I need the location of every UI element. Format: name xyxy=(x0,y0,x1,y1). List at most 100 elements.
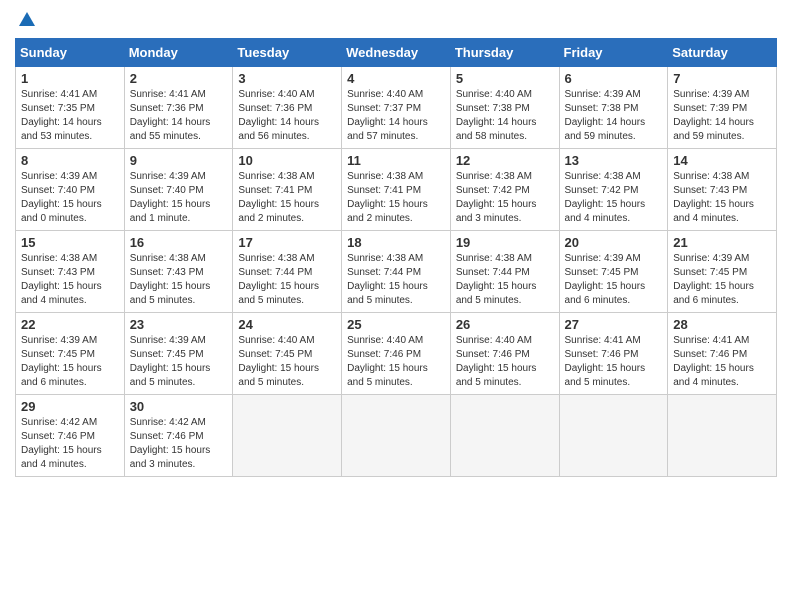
day-info: Sunrise: 4:38 AM Sunset: 7:42 PM Dayligh… xyxy=(456,170,554,226)
day-info: Sunrise: 4:38 AM Sunset: 7:43 PM Dayligh… xyxy=(673,170,771,226)
day-number: 10 xyxy=(238,153,336,168)
table-row: 3 Sunrise: 4:40 AM Sunset: 7:36 PM Daylig… xyxy=(233,67,342,149)
table-row: 2 Sunrise: 4:41 AM Sunset: 7:36 PM Daylig… xyxy=(124,67,233,149)
col-sunday: Sunday xyxy=(16,39,125,67)
day-number: 30 xyxy=(130,399,228,414)
col-monday: Monday xyxy=(124,39,233,67)
day-info: Sunrise: 4:40 AM Sunset: 7:46 PM Dayligh… xyxy=(347,334,445,390)
day-number: 23 xyxy=(130,317,228,332)
day-info: Sunrise: 4:38 AM Sunset: 7:41 PM Dayligh… xyxy=(238,170,336,226)
table-row: 16 Sunrise: 4:38 AM Sunset: 7:43 PM Dayli… xyxy=(124,231,233,313)
table-row: 13 Sunrise: 4:38 AM Sunset: 7:42 PM Dayli… xyxy=(559,149,668,231)
day-info: Sunrise: 4:39 AM Sunset: 7:45 PM Dayligh… xyxy=(130,334,228,390)
table-row xyxy=(668,395,777,477)
day-info: Sunrise: 4:39 AM Sunset: 7:45 PM Dayligh… xyxy=(565,252,663,308)
day-number: 28 xyxy=(673,317,771,332)
day-info: Sunrise: 4:40 AM Sunset: 7:36 PM Dayligh… xyxy=(238,88,336,144)
table-row: 24 Sunrise: 4:40 AM Sunset: 7:45 PM Dayli… xyxy=(233,313,342,395)
table-row xyxy=(559,395,668,477)
table-row: 6Sunrise: 4:39 AM Sunset: 7:38 PM Daylig… xyxy=(559,67,668,149)
table-row xyxy=(450,395,559,477)
table-row: 25 Sunrise: 4:40 AM Sunset: 7:46 PM Dayli… xyxy=(342,313,451,395)
day-number: 8 xyxy=(21,153,119,168)
day-number: 14 xyxy=(673,153,771,168)
calendar-week: 15 Sunrise: 4:38 AM Sunset: 7:43 PM Dayli… xyxy=(16,231,777,313)
table-row: 28 Sunrise: 4:41 AM Sunset: 7:46 PM Dayli… xyxy=(668,313,777,395)
table-row xyxy=(233,395,342,477)
col-tuesday: Tuesday xyxy=(233,39,342,67)
header-row: Sunday Monday Tuesday Wednesday Thursday… xyxy=(16,39,777,67)
day-number: 26 xyxy=(456,317,554,332)
table-row: 15 Sunrise: 4:38 AM Sunset: 7:43 PM Dayli… xyxy=(16,231,125,313)
day-info: Sunrise: 4:41 AM Sunset: 7:46 PM Dayligh… xyxy=(673,334,771,390)
day-info: Sunrise: 4:40 AM Sunset: 7:45 PM Dayligh… xyxy=(238,334,336,390)
day-number: 24 xyxy=(238,317,336,332)
table-row: 1Sunrise: 4:41 AM Sunset: 7:35 PM Daylig… xyxy=(16,67,125,149)
table-row: 23 Sunrise: 4:39 AM Sunset: 7:45 PM Dayli… xyxy=(124,313,233,395)
day-number: 16 xyxy=(130,235,228,250)
table-row: 14 Sunrise: 4:38 AM Sunset: 7:43 PM Dayli… xyxy=(668,149,777,231)
day-number: 22 xyxy=(21,317,119,332)
day-info: Sunrise: 4:38 AM Sunset: 7:44 PM Dayligh… xyxy=(456,252,554,308)
calendar-week: 29 Sunrise: 4:42 AM Sunset: 7:46 PM Dayli… xyxy=(16,395,777,477)
day-info: Sunrise: 4:38 AM Sunset: 7:42 PM Dayligh… xyxy=(565,170,663,226)
day-number: 2 xyxy=(130,71,228,86)
calendar-table: Sunday Monday Tuesday Wednesday Thursday… xyxy=(15,38,777,477)
calendar-week: 22 Sunrise: 4:39 AM Sunset: 7:45 PM Dayli… xyxy=(16,313,777,395)
day-info: Sunrise: 4:39 AM Sunset: 7:39 PM Dayligh… xyxy=(673,88,771,144)
day-number: 3 xyxy=(238,71,336,86)
day-number: 4 xyxy=(347,71,445,86)
day-number: 15 xyxy=(21,235,119,250)
day-info: Sunrise: 4:39 AM Sunset: 7:45 PM Dayligh… xyxy=(21,334,119,390)
table-row: 8 Sunrise: 4:39 AM Sunset: 7:40 PM Daylig… xyxy=(16,149,125,231)
col-saturday: Saturday xyxy=(668,39,777,67)
table-row xyxy=(342,395,451,477)
day-info: Sunrise: 4:40 AM Sunset: 7:46 PM Dayligh… xyxy=(456,334,554,390)
day-info: Sunrise: 4:38 AM Sunset: 7:43 PM Dayligh… xyxy=(21,252,119,308)
calendar-week: 1Sunrise: 4:41 AM Sunset: 7:35 PM Daylig… xyxy=(16,67,777,149)
day-number: 27 xyxy=(565,317,663,332)
table-row: 26 Sunrise: 4:40 AM Sunset: 7:46 PM Dayli… xyxy=(450,313,559,395)
table-row: 20 Sunrise: 4:39 AM Sunset: 7:45 PM Dayli… xyxy=(559,231,668,313)
day-number: 7 xyxy=(673,71,771,86)
day-number: 12 xyxy=(456,153,554,168)
day-info: Sunrise: 4:42 AM Sunset: 7:46 PM Dayligh… xyxy=(130,416,228,472)
table-row: 27 Sunrise: 4:41 AM Sunset: 7:46 PM Dayli… xyxy=(559,313,668,395)
table-row: 21 Sunrise: 4:39 AM Sunset: 7:45 PM Dayli… xyxy=(668,231,777,313)
col-thursday: Thursday xyxy=(450,39,559,67)
table-row: 9 Sunrise: 4:39 AM Sunset: 7:40 PM Daylig… xyxy=(124,149,233,231)
day-number: 9 xyxy=(130,153,228,168)
day-info: Sunrise: 4:39 AM Sunset: 7:45 PM Dayligh… xyxy=(673,252,771,308)
day-number: 25 xyxy=(347,317,445,332)
table-row: 29 Sunrise: 4:42 AM Sunset: 7:46 PM Dayli… xyxy=(16,395,125,477)
day-number: 17 xyxy=(238,235,336,250)
day-number: 29 xyxy=(21,399,119,414)
table-row: 18Sunrise: 4:38 AM Sunset: 7:44 PM Dayli… xyxy=(342,231,451,313)
day-info: Sunrise: 4:42 AM Sunset: 7:46 PM Dayligh… xyxy=(21,416,119,472)
header xyxy=(15,10,777,30)
day-number: 1 xyxy=(21,71,119,86)
table-row: 19 Sunrise: 4:38 AM Sunset: 7:44 PM Dayli… xyxy=(450,231,559,313)
day-info: Sunrise: 4:39 AM Sunset: 7:40 PM Dayligh… xyxy=(130,170,228,226)
page-container: Sunday Monday Tuesday Wednesday Thursday… xyxy=(0,0,792,487)
day-info: Sunrise: 4:41 AM Sunset: 7:36 PM Dayligh… xyxy=(130,88,228,144)
table-row: 7 Sunrise: 4:39 AM Sunset: 7:39 PM Daylig… xyxy=(668,67,777,149)
table-row: 22 Sunrise: 4:39 AM Sunset: 7:45 PM Dayli… xyxy=(16,313,125,395)
day-number: 21 xyxy=(673,235,771,250)
day-info: Sunrise: 4:41 AM Sunset: 7:46 PM Dayligh… xyxy=(565,334,663,390)
day-number: 5 xyxy=(456,71,554,86)
day-number: 19 xyxy=(456,235,554,250)
day-number: 6 xyxy=(565,71,663,86)
day-info: Sunrise: 4:38 AM Sunset: 7:41 PM Dayligh… xyxy=(347,170,445,226)
logo xyxy=(15,10,37,30)
day-number: 20 xyxy=(565,235,663,250)
table-row: 30 Sunrise: 4:42 AM Sunset: 7:46 PM Dayli… xyxy=(124,395,233,477)
calendar-week: 8 Sunrise: 4:39 AM Sunset: 7:40 PM Daylig… xyxy=(16,149,777,231)
day-info: Sunrise: 4:39 AM Sunset: 7:40 PM Dayligh… xyxy=(21,170,119,226)
table-row: 10 Sunrise: 4:38 AM Sunset: 7:41 PM Dayli… xyxy=(233,149,342,231)
day-number: 13 xyxy=(565,153,663,168)
table-row: 11Sunrise: 4:38 AM Sunset: 7:41 PM Dayli… xyxy=(342,149,451,231)
day-info: Sunrise: 4:38 AM Sunset: 7:44 PM Dayligh… xyxy=(347,252,445,308)
day-info: Sunrise: 4:38 AM Sunset: 7:43 PM Dayligh… xyxy=(130,252,228,308)
table-row: 5Sunrise: 4:40 AM Sunset: 7:38 PM Daylig… xyxy=(450,67,559,149)
